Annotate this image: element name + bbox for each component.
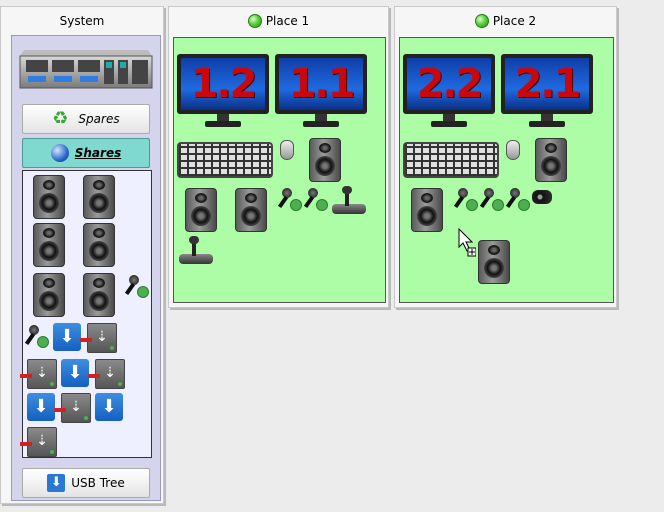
- monitor-icon[interactable]: 1.1: [275, 54, 367, 132]
- usb-drive-icon[interactable]: ⇣: [20, 427, 57, 457]
- usb-icon[interactable]: ⬇: [53, 323, 81, 351]
- speaker-icon[interactable]: [33, 273, 65, 317]
- speaker-icon[interactable]: [83, 223, 115, 267]
- shares-label: Shares: [74, 146, 122, 160]
- mouse-icon[interactable]: [280, 140, 294, 160]
- dragged-speaker-icon[interactable]: [478, 240, 510, 284]
- recycle-icon: ♻: [52, 108, 69, 129]
- shared-device-list: ⬇ ⇣ ⇣ ⬇ ⇣ ⬇ ⇣ ⬇ ⇣: [20, 170, 152, 458]
- spares-label: Spares: [78, 112, 120, 126]
- speaker-icon[interactable]: [309, 138, 341, 182]
- system-title: System: [59, 14, 105, 28]
- speaker-icon[interactable]: [535, 138, 567, 182]
- speaker-icon[interactable]: [33, 223, 65, 267]
- place-1-area[interactable]: 1.2 1.1: [173, 37, 386, 303]
- microphone-icon[interactable]: [24, 323, 49, 348]
- joystick-icon[interactable]: [177, 236, 213, 264]
- microphone-icon[interactable]: [479, 186, 504, 211]
- monitor-icon[interactable]: 2.1: [501, 54, 593, 132]
- monitor-label: 1.1: [288, 61, 356, 107]
- usb-drive-icon[interactable]: ⇣: [54, 393, 91, 423]
- place-1-title: Place 1: [265, 14, 310, 28]
- usb-drive-icon[interactable]: ⇣: [20, 359, 57, 389]
- monitor-icon[interactable]: 2.2: [403, 54, 495, 132]
- keyboard-icon[interactable]: [177, 142, 273, 178]
- speaker-icon[interactable]: [411, 188, 443, 232]
- usb-icon[interactable]: ⬇: [27, 393, 55, 421]
- speaker-icon[interactable]: [33, 175, 65, 219]
- usb-icon[interactable]: ⬇: [95, 393, 123, 421]
- monitor-label: 2.2: [416, 61, 484, 107]
- place-panel-1: Place 1 1.2 1.1: [168, 6, 389, 308]
- place-2-title: Place 2: [492, 14, 537, 28]
- usb-tree-button[interactable]: ⬇ USB Tree: [22, 468, 150, 498]
- mouse-icon[interactable]: [506, 140, 520, 160]
- green-led-icon: [474, 14, 489, 28]
- microphone-icon[interactable]: [505, 186, 530, 211]
- microphone-icon[interactable]: [453, 186, 478, 211]
- usb-icon: ⬇: [47, 474, 66, 492]
- server-icon: [19, 50, 153, 89]
- usb-drive-icon[interactable]: ⇣: [80, 323, 117, 353]
- joystick-icon[interactable]: [330, 186, 366, 214]
- place-2-title-bar: Place 2: [395, 7, 616, 35]
- mouse-cursor-icon: [458, 228, 476, 257]
- system-inner: ♻ Spares Shares ⬇ ⇣ ⇣ ⬇ ⇣ ⬇ ⇣ ⬇ ⇣ ⬇ USB …: [11, 35, 161, 501]
- microphone-icon[interactable]: [303, 186, 328, 211]
- monitor-label: 1.2: [190, 61, 258, 107]
- speaker-icon[interactable]: [83, 273, 115, 317]
- place-1-title-bar: Place 1: [169, 7, 388, 35]
- speaker-icon[interactable]: [235, 188, 267, 232]
- microphone-icon[interactable]: [277, 186, 302, 211]
- green-led-icon: [247, 14, 262, 28]
- speaker-icon[interactable]: [83, 175, 115, 219]
- microphone-icon[interactable]: [124, 273, 149, 298]
- system-panel: System ♻ Spares Shares ⬇ ⇣ ⇣ ⬇ ⇣ ⬇ ⇣ ⬇ ⇣…: [0, 6, 164, 504]
- usb-icon[interactable]: ⬇: [61, 359, 89, 387]
- globe-icon: [50, 144, 69, 162]
- webcam-icon[interactable]: [532, 190, 552, 204]
- usb-drive-icon[interactable]: ⇣: [88, 359, 125, 389]
- monitor-icon[interactable]: 1.2: [177, 54, 269, 132]
- place-panel-2: Place 2 2.2 2.1: [394, 6, 617, 308]
- monitor-label: 2.1: [514, 61, 582, 107]
- shares-button[interactable]: Shares: [22, 138, 150, 168]
- usb-tree-label: USB Tree: [71, 476, 125, 490]
- place-2-area[interactable]: 2.2 2.1: [399, 37, 614, 303]
- speaker-icon[interactable]: [185, 188, 217, 232]
- keyboard-icon[interactable]: [403, 142, 499, 178]
- spares-button[interactable]: ♻ Spares: [22, 104, 150, 134]
